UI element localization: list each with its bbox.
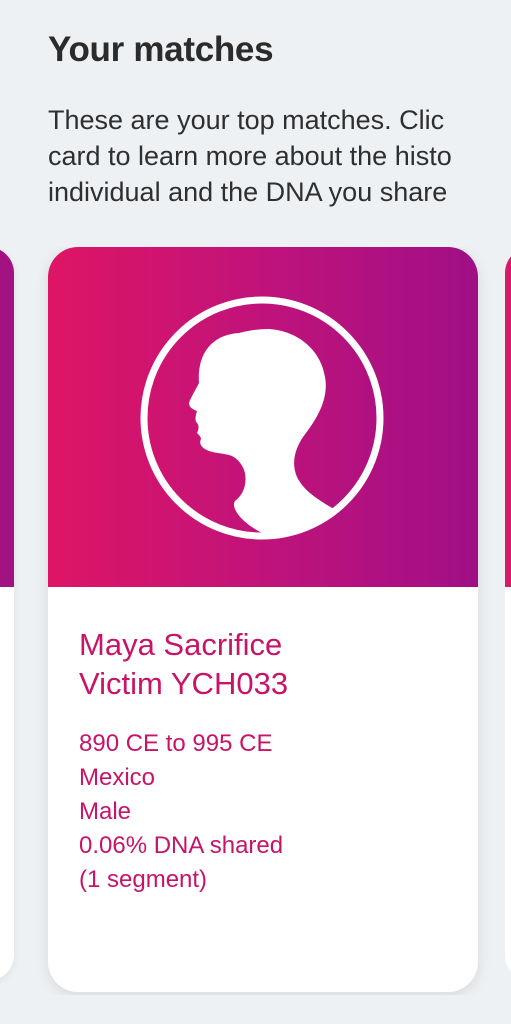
match-card-banner: [48, 247, 478, 587]
match-name-line: Maya Sacrifice: [79, 627, 283, 662]
match-card[interactable]: Maya Sacrifice Victim YCH033 890 CE to 9…: [48, 247, 478, 992]
page-title: Your matches: [48, 30, 274, 69]
matches-carousel[interactable]: Maya Sacrifice Victim YCH033 890 CE to 9…: [0, 247, 511, 995]
previous-card-banner: [0, 247, 14, 587]
segment-count: (1 segment): [79, 866, 208, 893]
header: Your matches These are your top matches.…: [48, 28, 511, 210]
match-details: 890 CE to 995 CE Mexico Male 0.06% DNA s…: [79, 727, 447, 897]
sex: Male: [79, 798, 132, 825]
intro-line: individual and the DNA you share: [48, 177, 448, 207]
previous-match-card[interactable]: [0, 247, 14, 981]
date-range: 890 CE to 995 CE: [79, 730, 273, 757]
match-card-body: Maya Sacrifice Victim YCH033 890 CE to 9…: [48, 587, 478, 897]
intro-text: These are your top matches. Clic card to…: [48, 102, 511, 210]
dna-shared: 0.06% DNA shared: [79, 832, 284, 859]
match-name-line: Victim YCH033: [79, 666, 289, 701]
next-card-banner: [505, 247, 511, 587]
intro-line: These are your top matches. Clic: [48, 105, 445, 135]
location: Mexico: [79, 764, 156, 791]
child-silhouette-icon: [140, 296, 384, 540]
match-name: Maya Sacrifice Victim YCH033: [79, 625, 447, 703]
next-match-card[interactable]: [505, 247, 511, 981]
intro-line: card to learn more about the histo: [48, 141, 452, 171]
